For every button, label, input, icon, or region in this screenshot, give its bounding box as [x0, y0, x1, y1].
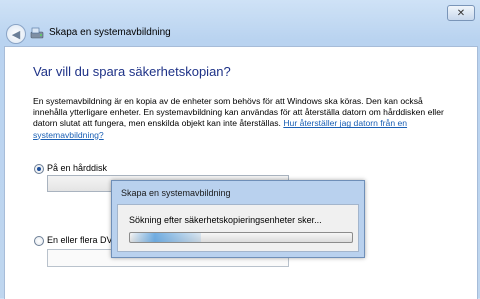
radio-hard-disk[interactable]: [34, 164, 44, 174]
radio-dvd-label[interactable]: En eller flera DVD: [47, 235, 119, 245]
progress-dialog: Skapa en systemavbildning Sökning efter …: [111, 180, 365, 258]
page-heading: Var vill du spara säkerhetskopian?: [33, 64, 231, 79]
window-frame: ✕ ◀ Skapa en systemavbildning Var vill d…: [0, 0, 480, 299]
progress-message: Sökning efter säkerhetskopieringsenheter…: [129, 215, 322, 225]
progress-bar: [129, 232, 353, 243]
radio-hard-disk-label[interactable]: På en hårddisk: [47, 163, 107, 173]
close-button[interactable]: ✕: [447, 5, 475, 21]
back-arrow-icon: ◀: [11, 28, 21, 41]
close-icon: ✕: [456, 7, 466, 19]
backup-drive-icon: [30, 27, 44, 39]
back-button[interactable]: ◀: [6, 24, 26, 44]
progress-dialog-title: Skapa en systemavbildning: [121, 188, 231, 198]
description-paragraph: En systemavbildning är en kopia av de en…: [33, 96, 448, 141]
progress-bar-fill: [130, 233, 202, 242]
radio-dvd[interactable]: [34, 236, 44, 246]
progress-dialog-body: Sökning efter säkerhetskopieringsenheter…: [117, 204, 359, 252]
window-title: Skapa en systemavbildning: [49, 27, 171, 38]
